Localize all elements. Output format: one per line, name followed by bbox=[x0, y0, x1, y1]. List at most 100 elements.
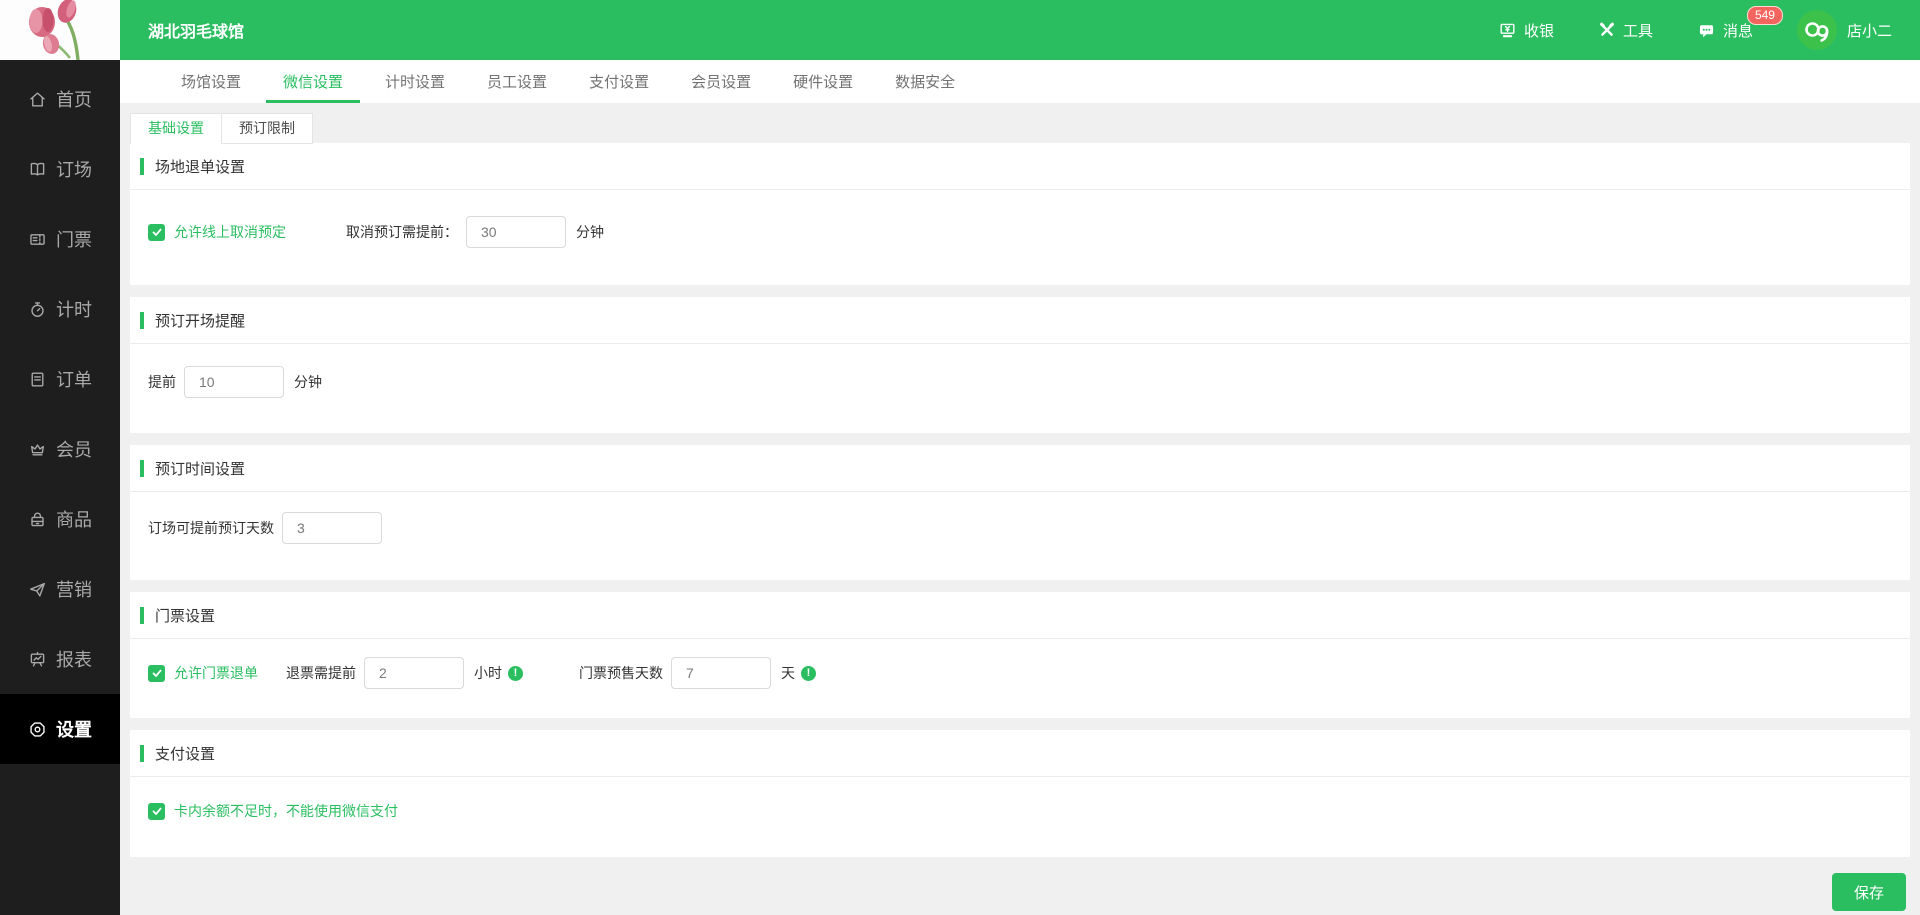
member-icon bbox=[31, 443, 44, 455]
advance-days-input[interactable] bbox=[282, 512, 382, 544]
avatar-cloud-logo-icon bbox=[1796, 10, 1837, 50]
sub-tabbar: 基础设置 预订限制 bbox=[130, 113, 1910, 144]
section-accent-bar bbox=[140, 312, 144, 329]
cancel-advance-input[interactable] bbox=[466, 216, 566, 248]
refund-advance-input[interactable] bbox=[364, 657, 464, 689]
section-accent-bar bbox=[140, 460, 144, 477]
sidebar: 首页 订场 门票 计时 订单 会员 商品 营销 报表 设置 bbox=[0, 0, 120, 915]
sidebar-item-label: 订单 bbox=[56, 370, 92, 390]
save-button[interactable]: 保存 bbox=[1831, 873, 1906, 911]
save-row: 保存 bbox=[130, 873, 1910, 911]
tab-data-security[interactable]: 数据安全 bbox=[874, 60, 976, 103]
subtab-basic-settings[interactable]: 基础设置 bbox=[130, 113, 222, 144]
section-title: 支付设置 bbox=[155, 746, 216, 763]
sidebar-item-label: 首页 bbox=[56, 90, 92, 110]
info-icon[interactable] bbox=[801, 665, 816, 681]
insufficient-balance-checkbox[interactable]: 卡内余额不足时，不能使用微信支付 bbox=[148, 801, 398, 821]
section-title: 预订开场提醒 bbox=[155, 313, 246, 330]
info-icon[interactable] bbox=[508, 665, 523, 681]
user-menu[interactable]: 店小二 bbox=[1796, 10, 1892, 50]
settings-tabbar: 场馆设置 微信设置 计时设置 员工设置 支付设置 会员设置 硬件设置 数据安全 bbox=[120, 60, 1920, 103]
content-area: 基础设置 预订限制 场地退单设置 允许线上取消预定 取消预订需提前： 分钟 预订… bbox=[120, 103, 1920, 915]
logo-image bbox=[0, 0, 120, 60]
section-title: 门票设置 bbox=[155, 608, 216, 625]
tab-label: 微信设置 bbox=[283, 74, 344, 91]
header-actions: 收银 工具 消息 549 店小二 bbox=[1498, 5, 1920, 50]
sidebar-item-court[interactable]: 订场 bbox=[0, 134, 120, 204]
sidebar-item-settings[interactable]: 设置 bbox=[0, 694, 120, 764]
field-unit: 分钟 bbox=[294, 374, 322, 390]
sidebar-item-order[interactable]: 订单 bbox=[0, 344, 120, 414]
sidebar-item-ticket[interactable]: 门票 bbox=[0, 204, 120, 274]
cashier-icon bbox=[1500, 23, 1515, 37]
section-header: 场地退单设置 bbox=[130, 143, 1910, 190]
section-body: 卡内余额不足时，不能使用微信支付 bbox=[130, 777, 1910, 857]
sidebar-item-report[interactable]: 报表 bbox=[0, 624, 120, 694]
tab-payment-settings[interactable]: 支付设置 bbox=[568, 60, 670, 103]
subtab-label: 基础设置 bbox=[148, 120, 204, 136]
ticket-icon bbox=[30, 233, 45, 245]
section-title: 预订时间设置 bbox=[155, 461, 246, 478]
top-header: 湖北羽毛球馆 收银 工具 消息 549 店小二 bbox=[120, 0, 1920, 60]
section-payment-settings: 支付设置 卡内余额不足时，不能使用微信支付 bbox=[130, 730, 1910, 857]
tab-label: 员工设置 bbox=[487, 74, 548, 91]
field-unit: 天 bbox=[781, 665, 795, 681]
tab-label: 数据安全 bbox=[895, 74, 956, 91]
remind-advance-input[interactable] bbox=[184, 366, 284, 398]
sidebar-item-label: 营销 bbox=[56, 580, 92, 600]
allow-ticket-refund-checkbox[interactable]: 允许门票退单 bbox=[148, 663, 258, 683]
court-icon bbox=[30, 162, 45, 175]
sidebar-item-timer[interactable]: 计时 bbox=[0, 274, 120, 344]
field-unit: 分钟 bbox=[576, 224, 604, 240]
field-label: 退票需提前 bbox=[286, 665, 356, 681]
section-header: 预订开场提醒 bbox=[130, 297, 1910, 344]
sidebar-item-label: 会员 bbox=[56, 440, 92, 460]
tab-hardware-settings[interactable]: 硬件设置 bbox=[772, 60, 874, 103]
section-body: 允许线上取消预定 取消预订需提前： 分钟 bbox=[130, 190, 1910, 285]
checkbox-label: 允许线上取消预定 bbox=[174, 224, 286, 240]
sidebar-item-label: 计时 bbox=[56, 300, 92, 320]
checkbox-checked-icon bbox=[148, 802, 165, 820]
checkbox-checked-icon bbox=[148, 223, 165, 241]
tab-timing-settings[interactable]: 计时设置 bbox=[364, 60, 466, 103]
tools-button[interactable]: 工具 bbox=[1598, 20, 1653, 41]
checkbox-label: 卡内余额不足时，不能使用微信支付 bbox=[174, 803, 398, 819]
cashier-label: 收银 bbox=[1523, 22, 1554, 40]
remind-advance-field: 提前 分钟 bbox=[148, 366, 322, 398]
sidebar-item-home[interactable]: 首页 bbox=[0, 64, 120, 134]
subtab-booking-limits[interactable]: 预订限制 bbox=[221, 113, 313, 144]
tools-icon bbox=[1599, 22, 1614, 36]
messages-button[interactable]: 消息 549 bbox=[1697, 5, 1783, 41]
tab-staff-settings[interactable]: 员工设置 bbox=[466, 60, 568, 103]
sidebar-item-marketing[interactable]: 营销 bbox=[0, 554, 120, 624]
tools-label: 工具 bbox=[1622, 22, 1653, 40]
sidebar-item-label: 门票 bbox=[56, 230, 92, 250]
section-header: 支付设置 bbox=[130, 730, 1910, 777]
section-header: 门票设置 bbox=[130, 592, 1910, 639]
field-label: 提前 bbox=[148, 374, 176, 390]
field-label: 门票预售天数 bbox=[579, 665, 663, 681]
presale-days-field: 门票预售天数 天 bbox=[579, 657, 816, 689]
goods-icon bbox=[31, 512, 44, 526]
messages-badge: 549 bbox=[1746, 5, 1783, 25]
settings-icon bbox=[30, 721, 45, 737]
refund-advance-field: 退票需提前 小时 bbox=[286, 657, 523, 689]
section-body: 订场可提前预订天数 bbox=[130, 492, 1910, 580]
section-opening-reminder: 预订开场提醒 提前 分钟 bbox=[130, 297, 1910, 433]
tab-wechat-settings[interactable]: 微信设置 bbox=[262, 60, 364, 103]
cashier-button[interactable]: 收银 bbox=[1498, 20, 1554, 41]
user-name: 店小二 bbox=[1846, 22, 1892, 40]
field-label: 订场可提前预订天数 bbox=[148, 520, 274, 536]
presale-days-input[interactable] bbox=[671, 657, 771, 689]
section-title: 场地退单设置 bbox=[155, 159, 246, 176]
report-icon bbox=[30, 651, 45, 667]
tab-venue-settings[interactable]: 场馆设置 bbox=[160, 60, 262, 103]
checkbox-checked-icon bbox=[148, 664, 165, 682]
field-label: 取消预订需提前： bbox=[346, 224, 458, 240]
tab-label: 硬件设置 bbox=[793, 74, 854, 91]
sidebar-item-member[interactable]: 会员 bbox=[0, 414, 120, 484]
tab-member-settings[interactable]: 会员设置 bbox=[670, 60, 772, 103]
sidebar-item-goods[interactable]: 商品 bbox=[0, 484, 120, 554]
tab-label: 场馆设置 bbox=[181, 74, 242, 91]
allow-online-cancel-checkbox[interactable]: 允许线上取消预定 bbox=[148, 222, 286, 242]
